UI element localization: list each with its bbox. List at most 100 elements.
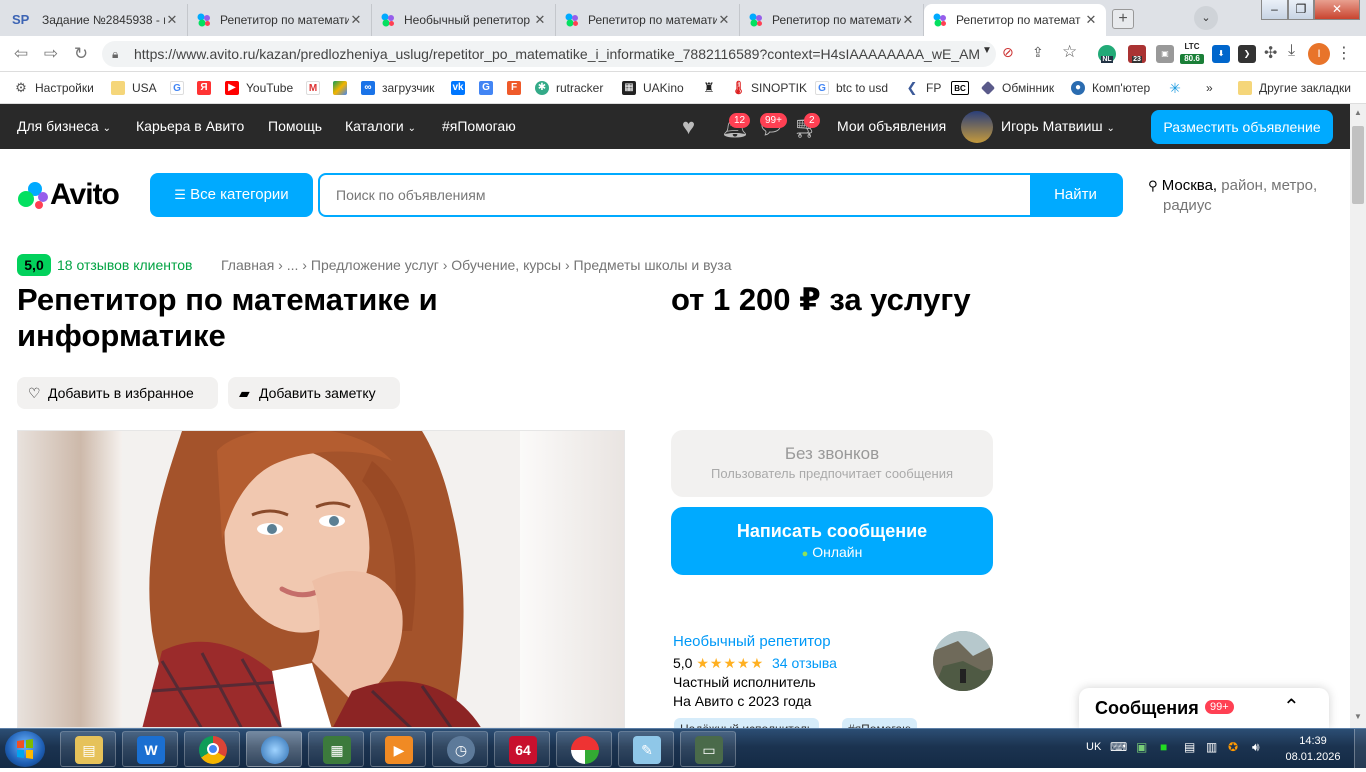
location-selector[interactable]: ⚲ Москва, район, метро, радиус: [1148, 176, 1338, 216]
browser-tab[interactable]: Репетитор по математи ✕: [556, 4, 740, 36]
bookmark-star-icon[interactable]: ☆: [1062, 42, 1077, 62]
nav-help[interactable]: Помощь: [268, 118, 322, 134]
taskbar-chrome[interactable]: [184, 731, 240, 767]
taskbar-monitor[interactable]: ▭: [680, 731, 736, 767]
start-button[interactable]: [5, 731, 45, 767]
tray-app-icon[interactable]: ▣: [1136, 740, 1147, 754]
close-tab-icon[interactable]: ✕: [1084, 12, 1098, 28]
profile-avatar[interactable]: I: [1308, 43, 1330, 65]
bookmark-settings[interactable]: ⚙ Настройки: [14, 78, 94, 98]
taskbar-aida[interactable]: 64: [494, 731, 550, 767]
bookmark-yandex[interactable]: Я: [197, 78, 218, 98]
breadcrumb-services[interactable]: Предложение услуг: [311, 257, 439, 273]
bookmark-vk[interactable]: vk: [451, 78, 472, 98]
close-tab-icon[interactable]: ✕: [165, 12, 179, 28]
new-tab-button[interactable]: +: [1112, 9, 1134, 29]
taskbar-spreadsheet[interactable]: ▦: [308, 731, 364, 767]
nav-catalogs[interactable]: Каталоги ⌄: [345, 118, 416, 134]
maximize-button[interactable]: ❐: [1288, 0, 1314, 20]
bookmark-google[interactable]: G: [170, 78, 191, 98]
reviews-link[interactable]: 18 отзывов клиентов: [57, 257, 193, 273]
add-to-favorites-button[interactable]: ♡ Добавить в избранное: [17, 377, 218, 409]
briefcase-extension-icon[interactable]: ▣: [1156, 45, 1174, 63]
reload-icon[interactable]: ↻: [70, 44, 92, 64]
scroll-up-icon[interactable]: ▲: [1350, 108, 1366, 117]
vpn-extension-icon[interactable]: NL: [1098, 45, 1116, 63]
block-icon[interactable]: ⊘: [1002, 44, 1014, 61]
bookmark-youtube[interactable]: ▶ YouTube: [225, 78, 293, 98]
language-indicator[interactable]: UK: [1086, 741, 1101, 753]
tab-search-icon[interactable]: ⌄: [1194, 6, 1218, 30]
network-icon[interactable]: ▥: [1206, 740, 1217, 754]
taskbar-browser-active[interactable]: [246, 731, 302, 767]
scrollbar-thumb[interactable]: [1352, 126, 1364, 204]
all-categories-button[interactable]: ☰ Все категории: [150, 173, 313, 217]
bookmark-sinoptik[interactable]: 🌡︎ SINOPTIK: [730, 78, 807, 98]
ltc-extension-icon[interactable]: LTC 80.6: [1180, 42, 1204, 66]
bookmark-figure[interactable]: ♜: [702, 78, 723, 98]
browser-tab[interactable]: Репетитор по математи ✕: [188, 4, 372, 36]
extensions-puzzle-icon[interactable]: ✣: [1264, 43, 1277, 63]
bookmark-f[interactable]: F: [507, 78, 528, 98]
bookmark-btc[interactable]: Gbtc to usd: [815, 78, 888, 98]
bookmark-rutracker[interactable]: ✱ rutracker: [535, 78, 603, 98]
post-ad-button[interactable]: Разместить объявление: [1151, 110, 1333, 144]
bookmark-usa[interactable]: USA: [111, 78, 157, 98]
tray-device-icon[interactable]: ▤: [1184, 740, 1195, 754]
url-dropdown-icon[interactable]: ▼: [982, 45, 992, 56]
taskbar-explorer[interactable]: ▤: [60, 731, 116, 767]
browser-tab-active[interactable]: Репетитор по математ ✕: [924, 4, 1106, 36]
seller-name-link[interactable]: Необычный репетитор: [673, 632, 837, 651]
browser-tab[interactable]: Репетитор по математи ✕: [740, 4, 924, 36]
bookmarks-overflow[interactable]: »: [1206, 78, 1213, 98]
taskbar-clock[interactable]: 14:39 08.01.2026: [1282, 733, 1344, 765]
breadcrumb-ellipsis[interactable]: ...: [287, 257, 299, 273]
downloads-icon[interactable]: ⤓: [1288, 42, 1295, 60]
nav-my-ads[interactable]: Мои объявления: [837, 118, 946, 134]
bookmark-uakino[interactable]: ▦ UAKino: [622, 78, 684, 98]
write-message-button[interactable]: Написать сообщение ● Онлайн: [671, 507, 993, 575]
bookmark-gmail[interactable]: M: [306, 78, 327, 98]
bookmark-downloader[interactable]: ∞ загрузчик: [361, 78, 434, 98]
nav-business[interactable]: Для бизнеса ⌄: [17, 118, 111, 134]
arrow-extension-icon[interactable]: ❯: [1238, 45, 1256, 63]
search-input[interactable]: [320, 175, 1030, 215]
minimize-button[interactable]: –: [1261, 0, 1288, 20]
add-note-button[interactable]: ▰ Добавить заметку: [228, 377, 400, 409]
close-tab-icon[interactable]: ✕: [533, 12, 547, 28]
keyboard-icon[interactable]: ⌨: [1110, 740, 1127, 754]
favorites-heart-icon[interactable]: ♥: [682, 114, 695, 140]
avito-logo[interactable]: Avito: [16, 178, 120, 212]
share-icon[interactable]: ⇪: [1032, 44, 1044, 61]
nav-ihelp[interactable]: #яПомогаю: [442, 118, 516, 134]
messages-widget[interactable]: Сообщения 99+ ⌃: [1079, 688, 1329, 728]
calendar-extension-icon[interactable]: 23: [1128, 45, 1146, 63]
browser-tab[interactable]: SP Задание №2845938 - п ✕: [4, 4, 188, 36]
show-desktop-button[interactable]: [1354, 729, 1366, 769]
user-menu[interactable]: Игорь Матвииш ⌄: [1001, 118, 1115, 134]
tray-green-icon[interactable]: ■: [1160, 740, 1167, 754]
back-arrow-icon[interactable]: ⇦: [10, 44, 32, 64]
tray-alert-icon[interactable]: ✪: [1228, 740, 1238, 754]
taskbar-umbrella[interactable]: [556, 731, 612, 767]
bookmark-other[interactable]: Другие закладки: [1238, 78, 1351, 98]
scroll-down-icon[interactable]: ▼: [1350, 712, 1366, 721]
bookmark-exchanger[interactable]: Обмінник: [980, 78, 1054, 98]
breadcrumb-education[interactable]: Обучение, курсы: [451, 257, 561, 273]
user-avatar[interactable]: [961, 111, 993, 143]
browser-tab[interactable]: Необычный репетитор ✕: [372, 4, 556, 36]
taskbar-media[interactable]: ▶: [370, 731, 426, 767]
taskbar-clock-app[interactable]: ◷: [432, 731, 488, 767]
bookmark-translate[interactable]: G: [479, 78, 500, 98]
close-tab-icon[interactable]: ✕: [717, 12, 731, 28]
seller-reviews-link[interactable]: 34 отзыва: [772, 655, 837, 671]
nav-career[interactable]: Карьера в Авито: [136, 118, 244, 134]
bookmark-star[interactable]: ✳: [1168, 78, 1189, 98]
bookmark-bc[interactable]: BC: [951, 78, 976, 98]
breadcrumb-subjects[interactable]: Предметы школы и вуза: [574, 257, 732, 273]
forward-arrow-icon[interactable]: ⇨: [40, 44, 62, 64]
chevron-up-icon[interactable]: ⌃: [1283, 694, 1300, 719]
listing-photo[interactable]: [17, 430, 625, 728]
volume-icon[interactable]: 🔊︎: [1252, 740, 1260, 755]
taskbar-wise[interactable]: W: [122, 731, 178, 767]
